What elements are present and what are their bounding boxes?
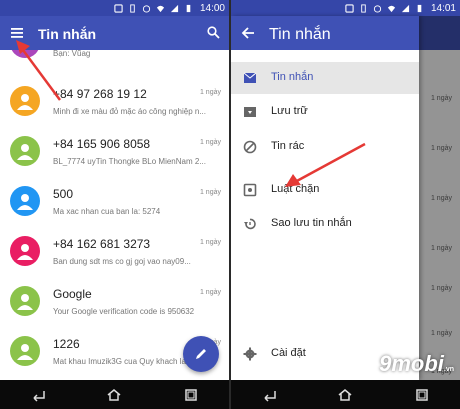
message-icon (243, 72, 257, 83)
contact-name: 500 (53, 187, 74, 201)
search-icon[interactable] (207, 26, 220, 39)
ring-icon (345, 3, 354, 13)
left-screen: 14:00 Tin nhắn C Bạn: Vũag +84 97 268 19… (0, 0, 229, 409)
status-time: 14:01 (430, 2, 456, 14)
drawer-item-backup[interactable]: Sao lưu tin nhắn (231, 208, 419, 240)
message-preview: BL_7774 uyTin Thongke BLo MienNam 2... (53, 157, 206, 166)
recent-apps-icon[interactable] (182, 388, 200, 402)
contact-name: 1226 (53, 337, 80, 351)
message-preview: Your Google verification code is 950632 (53, 307, 195, 316)
list-item[interactable]: +84 97 268 19 12 Minh đi xe màu đỏ mặc á… (0, 78, 229, 128)
drawer-item-archive[interactable]: Lưu trữ (231, 96, 419, 128)
drawer-item-label: Lưu trữ (271, 105, 308, 117)
person-icon (17, 94, 33, 110)
message-time: 1 ngày (199, 239, 221, 246)
right-screen: 14:01 1 ngày 1 ngày 1 ngày 1 ngày 1 ngày… (231, 0, 460, 409)
list-item[interactable]: 500 Ma xac nhan cua ban la: 5274 1 ngày (0, 178, 229, 228)
message-preview: Bạn: Vũag (53, 50, 91, 58)
compose-button[interactable] (183, 336, 219, 372)
drawer-item-label: Tin nhắn (271, 71, 314, 83)
contact-name: Google (53, 287, 92, 301)
status-bar: 14:00 (0, 0, 229, 16)
system-nav-bar (0, 380, 229, 409)
person-icon (17, 344, 33, 360)
contact-name: +84 165 906 8058 (53, 137, 151, 151)
vibrate-icon (361, 3, 366, 13)
recent-apps-icon[interactable] (413, 388, 431, 402)
avatar (10, 186, 40, 216)
status-time: 14:00 (199, 2, 225, 14)
list-item[interactable]: +84 165 906 8058 BL_7774 uyTin Thongke B… (0, 128, 229, 178)
pencil-icon (196, 349, 206, 359)
back-icon[interactable] (260, 388, 278, 402)
person-icon (17, 144, 33, 160)
list-item[interactable]: Google Your Google verification code is … (0, 278, 229, 328)
avatar (10, 336, 40, 366)
person-icon (17, 194, 33, 210)
restore-icon (244, 218, 256, 230)
avatar (10, 286, 40, 316)
watermark-logo: 9mobi.vn (379, 351, 454, 376)
drawer-item-spam[interactable]: Tin rác (231, 131, 419, 163)
drawer-title: Tin nhắn (269, 26, 331, 43)
wifi-icon (156, 5, 165, 12)
contact-name: +84 97 268 19 12 (53, 87, 147, 101)
status-bar: 14:01 (231, 0, 460, 16)
avatar (10, 86, 40, 116)
battery-icon (417, 4, 422, 12)
system-nav-bar (231, 380, 460, 409)
drawer-item-label: Tin rác (271, 140, 305, 152)
list-item[interactable]: C Bạn: Vũag (0, 50, 229, 70)
alarm-icon (142, 4, 151, 13)
list-item[interactable]: +84 162 681 3273 Ban dung sdt ms co gj g… (0, 228, 229, 278)
drawer-item-label: Sao lưu tin nhắn (271, 217, 352, 229)
block-icon (243, 140, 257, 154)
home-icon[interactable] (105, 388, 123, 402)
contact-name: +84 162 681 3273 (53, 237, 151, 251)
message-time: 1 ngày (199, 289, 221, 296)
drawer-header: Tin nhắn (231, 16, 419, 50)
drawer-item-messages[interactable]: Tin nhắn (231, 62, 419, 94)
message-time: 1 ngày (199, 89, 221, 96)
navigation-drawer: Tin nhắn Tin nhắn Lưu trữ Tin rác Luật c… (231, 16, 419, 380)
app-toolbar: Tin nhắn (0, 16, 229, 50)
avatar (10, 236, 40, 266)
battery-icon (186, 4, 191, 12)
person-icon (17, 244, 33, 260)
back-arrow-icon[interactable] (241, 26, 255, 40)
drawer-item-block-rules[interactable]: Luật chặn (231, 174, 419, 206)
message-preview: Ma xac nhan cua ban la: 5274 (53, 207, 161, 216)
avatar: C (10, 50, 40, 58)
signal-icon (401, 4, 410, 12)
message-time: 1 ngày (199, 139, 221, 146)
message-preview: Minh đi xe màu đỏ mặc áo công nghiệp n..… (53, 107, 206, 116)
avatar (10, 136, 40, 166)
drawer-item-label: Cài đặt (271, 347, 306, 359)
wifi-icon (387, 5, 396, 12)
message-time: 1 ngày (199, 189, 221, 196)
message-preview: Ban dung sdt ms co gj goj vao nay09... (53, 257, 191, 266)
signal-icon (170, 4, 179, 12)
person-icon (17, 294, 33, 310)
archive-icon (244, 107, 256, 117)
alarm-icon (373, 4, 382, 13)
ring-icon (114, 3, 123, 13)
page-title: Tin nhắn (38, 26, 97, 42)
vibrate-icon (130, 3, 135, 13)
gear-icon (243, 347, 257, 361)
filter-rules-icon (243, 183, 257, 197)
hamburger-menu-icon[interactable] (10, 26, 24, 40)
home-icon[interactable] (336, 388, 354, 402)
conversation-list: C Bạn: Vũag +84 97 268 19 12 Minh đi xe … (0, 50, 229, 380)
back-icon[interactable] (29, 388, 47, 402)
drawer-item-label: Luật chặn (271, 183, 320, 195)
